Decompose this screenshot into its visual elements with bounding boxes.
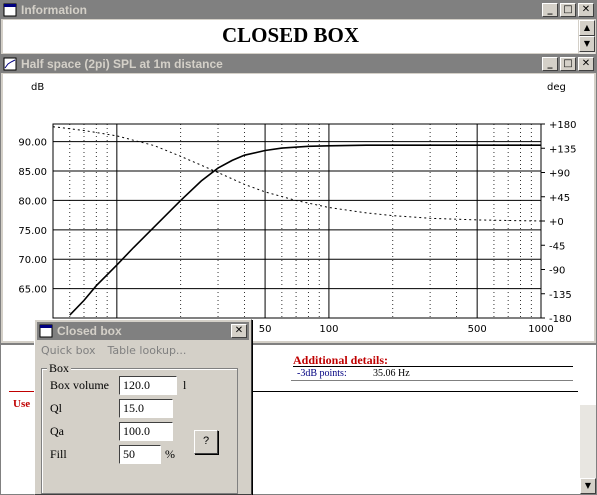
x-tick-label: 500 [468,324,487,335]
maximize-button[interactable]: □ [560,3,576,17]
spl-title: Half space (2pi) SPL at 1m distance [21,57,223,71]
information-content: CLOSED BOX [3,20,578,53]
information-titlebar[interactable]: Information _ □ ✕ [1,1,596,19]
x-tick-label: 1000 [528,324,553,335]
box-volume-field[interactable]: 120.0 [119,376,177,395]
closed-box-dialog: Closed box ✕ Quick box Table lookup... B… [34,319,252,495]
information-window: Information _ □ ✕ CLOSED BOX ▲ ▼ [0,0,597,56]
spl-chart: dB deg 90.00 85.00 80.00 75.00 70.00 65.00 +18… [18,82,576,335]
y2-tick-label: +0 [549,217,564,228]
y-tick-label: 75.00 [18,226,47,237]
box-volume-label: Box volume [50,378,109,392]
divider-line [293,366,573,367]
y2-tick-label: +90 [549,169,570,180]
phase-series-line [52,126,542,222]
window-app-icon [3,3,17,17]
y-tick-label: 85.00 [18,167,47,178]
menu-quick-box[interactable]: Quick box [41,344,95,357]
box-group-label: Box [47,361,72,376]
y2-tick-label: -45 [549,241,565,252]
page-title: CLOSED BOX [221,23,360,47]
ql-label: Ql [50,401,62,415]
fill-field[interactable]: 50 [119,445,161,464]
dialog-titlebar[interactable]: Closed box ✕ [37,322,249,340]
minus-3db-label: -3dB points: [297,368,347,379]
ql-field[interactable]: 15.0 [119,399,173,418]
fill-unit: % [165,447,175,461]
close-button[interactable]: ✕ [231,324,247,338]
y2-tick-label: +180 [549,120,576,131]
dialog-window-icon [39,324,53,338]
y-tick-label: 90.00 [18,138,47,149]
dialog-title: Closed box [57,324,122,338]
y2-axis-label: deg [547,82,566,93]
spl-chart-area: dB deg 90.00 85.00 80.00 75.00 70.00 65.00 +18… [3,74,594,341]
user-section-label: Use [13,398,31,410]
divider-line [9,391,37,392]
information-title: Information [21,3,87,17]
minimize-button[interactable]: _ [542,3,558,17]
x-tick-label: 100 [319,324,338,335]
close-button[interactable]: ✕ [578,57,594,71]
dialog-menu-bar: Quick box Table lookup... [41,344,186,357]
spl-window: Half space (2pi) SPL at 1m distance _ □ … [0,54,597,344]
x-tick-label: 50 [259,324,272,335]
details-scrollbar[interactable]: ▼ [580,405,596,494]
y-tick-label: 65.00 [18,285,47,296]
spl-titlebar[interactable]: Half space (2pi) SPL at 1m distance _ □ … [1,55,596,73]
minus-3db-value: 35.06 Hz [373,368,410,379]
divider-line [253,391,578,392]
fill-label: Fill [50,447,67,461]
box-volume-unit: l [183,378,187,392]
information-scrollbar[interactable]: ▲ ▼ [579,20,595,55]
y2-tick-label: +135 [549,144,576,155]
menu-table-lookup[interactable]: Table lookup... [107,344,186,357]
scroll-down-arrow-icon[interactable]: ▼ [580,478,596,494]
minimize-button[interactable]: _ [542,57,558,71]
y2-tick-label: -90 [549,266,565,277]
y-axis-label: dB [31,82,44,93]
close-button[interactable]: ✕ [578,3,594,17]
help-button[interactable]: ? [194,430,218,454]
maximize-button[interactable]: □ [560,57,576,71]
scroll-up-arrow-icon[interactable]: ▲ [579,20,595,36]
y2-tick-label: +45 [549,193,570,204]
qa-field[interactable]: 100.0 [119,422,173,441]
chart-window-icon [3,57,17,71]
divider-line [291,380,573,381]
y2-tick-label: -135 [549,290,572,301]
qa-label: Qa [50,424,64,438]
y-tick-label: 80.00 [18,196,47,207]
scroll-down-arrow-icon[interactable]: ▼ [579,36,595,52]
y-tick-label: 70.00 [18,255,47,266]
